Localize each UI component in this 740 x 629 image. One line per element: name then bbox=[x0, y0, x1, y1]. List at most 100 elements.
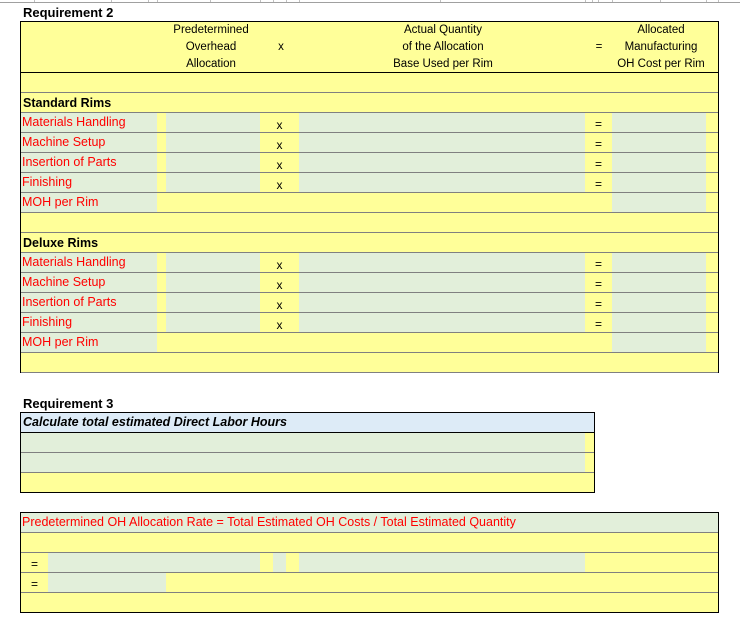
cost-pool-label: Materials Handling bbox=[21, 253, 157, 272]
actual-quantity-input[interactable] bbox=[299, 113, 585, 132]
labor-hours-input-1[interactable] bbox=[21, 433, 585, 452]
table-row: Machine Setup x = bbox=[21, 133, 718, 153]
actual-quantity-input[interactable] bbox=[299, 273, 585, 292]
spacer-row bbox=[21, 473, 594, 492]
table-header: Predetermined Overhead Allocation x Actu… bbox=[21, 22, 718, 73]
header-line: Actual Quantity bbox=[404, 24, 482, 36]
predetermined-rate-input[interactable] bbox=[166, 173, 260, 192]
allocated-cost-input[interactable] bbox=[612, 253, 706, 272]
column-divider bbox=[299, 0, 300, 2]
actual-quantity-input[interactable] bbox=[299, 253, 585, 272]
equals-operator: = bbox=[30, 577, 38, 591]
predetermined-rate-input[interactable] bbox=[166, 293, 260, 312]
times-operator: x bbox=[276, 178, 283, 192]
header-line: OH Cost per Rim bbox=[617, 58, 705, 70]
allocated-cost-input[interactable] bbox=[612, 133, 706, 152]
header-actual-quantity: Actual Quantity of the Allocation Base U… bbox=[343, 22, 543, 73]
header-predetermined-overhead: Predetermined Overhead Allocation bbox=[161, 22, 261, 73]
spacer-row bbox=[21, 593, 718, 612]
equals-operator: = bbox=[594, 157, 602, 171]
direct-labor-hours-table: Calculate total estimated Direct Labor H… bbox=[20, 412, 595, 493]
moh-per-rim-label: MOH per Rim bbox=[21, 193, 157, 212]
requirement-2-table: Predetermined Overhead Allocation x Actu… bbox=[20, 21, 719, 373]
allocated-cost-input[interactable] bbox=[612, 113, 706, 132]
header-line: Manufacturing bbox=[624, 41, 698, 53]
calc-input-3[interactable] bbox=[299, 553, 585, 572]
times-operator: x bbox=[276, 298, 283, 312]
cost-pool-label: Materials Handling bbox=[21, 113, 157, 132]
times-operator: x bbox=[276, 158, 283, 172]
header-allocated-moh-cost: Allocated Manufacturing OH Cost per Rim bbox=[611, 22, 711, 73]
column-divider bbox=[260, 0, 261, 2]
allocated-cost-input[interactable] bbox=[612, 293, 706, 312]
column-divider bbox=[148, 0, 149, 2]
calc-input-1[interactable] bbox=[48, 553, 260, 572]
cost-pool-label: Insertion of Parts bbox=[21, 293, 157, 312]
allocation-rate-table: Predetermined OH Allocation Rate = Total… bbox=[20, 512, 719, 613]
requirement-2-title: Requirement 2 bbox=[23, 5, 114, 20]
predetermined-rate-input[interactable] bbox=[166, 273, 260, 292]
input-row bbox=[21, 433, 594, 453]
header-line: Predetermined bbox=[173, 24, 249, 36]
header-line: Allocated bbox=[637, 24, 685, 36]
table-row: Finishing x = bbox=[21, 313, 718, 333]
allocated-cost-input[interactable] bbox=[612, 313, 706, 332]
column-divider bbox=[210, 0, 211, 2]
cost-pool-label: Finishing bbox=[21, 173, 157, 192]
spacer-row bbox=[21, 213, 718, 233]
column-divider bbox=[585, 0, 586, 2]
equals-operator: = bbox=[594, 277, 602, 291]
cost-pool-label: Insertion of Parts bbox=[21, 153, 157, 172]
equals-operator: = bbox=[594, 137, 602, 151]
moh-per-rim-total[interactable] bbox=[612, 333, 706, 352]
calc-row: = bbox=[21, 553, 718, 573]
requirement-3-title: Requirement 3 bbox=[23, 396, 114, 411]
column-divider bbox=[111, 0, 112, 2]
header-line: Overhead bbox=[185, 41, 237, 53]
section-title-standard-rims: Standard Rims bbox=[23, 96, 112, 110]
spacer-row bbox=[21, 353, 718, 373]
actual-quantity-input[interactable] bbox=[299, 313, 585, 332]
predetermined-rate-input[interactable] bbox=[166, 253, 260, 272]
allocated-cost-input[interactable] bbox=[612, 173, 706, 192]
section-header-row: Deluxe Rims bbox=[21, 233, 718, 253]
moh-per-rim-label: MOH per Rim bbox=[21, 333, 157, 352]
cost-pool-label: Machine Setup bbox=[21, 273, 157, 292]
labor-hours-input-2[interactable] bbox=[21, 453, 585, 472]
header-line: Allocation bbox=[186, 58, 236, 70]
section-title-deluxe-rims: Deluxe Rims bbox=[23, 236, 99, 250]
total-row: MOH per Rim bbox=[21, 193, 718, 213]
equals-operator: = bbox=[594, 177, 602, 191]
actual-quantity-input[interactable] bbox=[299, 293, 585, 312]
subtitle-row: Calculate total estimated Direct Labor H… bbox=[21, 413, 594, 433]
predetermined-rate-input[interactable] bbox=[166, 133, 260, 152]
column-header-strip bbox=[0, 0, 740, 3]
equals-operator: = bbox=[30, 557, 38, 571]
predetermined-rate-input[interactable] bbox=[166, 313, 260, 332]
actual-quantity-input[interactable] bbox=[299, 133, 585, 152]
input-row bbox=[21, 453, 594, 473]
column-divider bbox=[612, 0, 613, 2]
allocated-cost-input[interactable] bbox=[612, 153, 706, 172]
times-operator: x bbox=[276, 258, 283, 272]
predetermined-rate-input[interactable] bbox=[166, 153, 260, 172]
total-row: MOH per Rim bbox=[21, 333, 718, 353]
equals-operator: = bbox=[594, 317, 602, 331]
moh-per-rim-total[interactable] bbox=[612, 193, 706, 212]
section-header-row: Standard Rims bbox=[21, 93, 718, 113]
allocated-cost-input[interactable] bbox=[612, 273, 706, 292]
equals-operator: = bbox=[594, 117, 602, 131]
column-divider bbox=[286, 0, 287, 2]
calc-input-2[interactable] bbox=[273, 553, 286, 572]
predetermined-rate-input[interactable] bbox=[166, 113, 260, 132]
column-divider bbox=[157, 0, 158, 2]
subtitle-direct-labor-hours: Calculate total estimated Direct Labor H… bbox=[23, 415, 287, 429]
formula-row: Predetermined OH Allocation Rate = Total… bbox=[21, 513, 718, 533]
cost-pool-label: Machine Setup bbox=[21, 133, 157, 152]
actual-quantity-input[interactable] bbox=[299, 153, 585, 172]
table-row: Materials Handling x = bbox=[21, 113, 718, 133]
spacer-row bbox=[21, 73, 718, 93]
allocation-rate-result[interactable] bbox=[48, 573, 166, 592]
actual-quantity-input[interactable] bbox=[299, 173, 585, 192]
column-divider bbox=[592, 0, 593, 2]
